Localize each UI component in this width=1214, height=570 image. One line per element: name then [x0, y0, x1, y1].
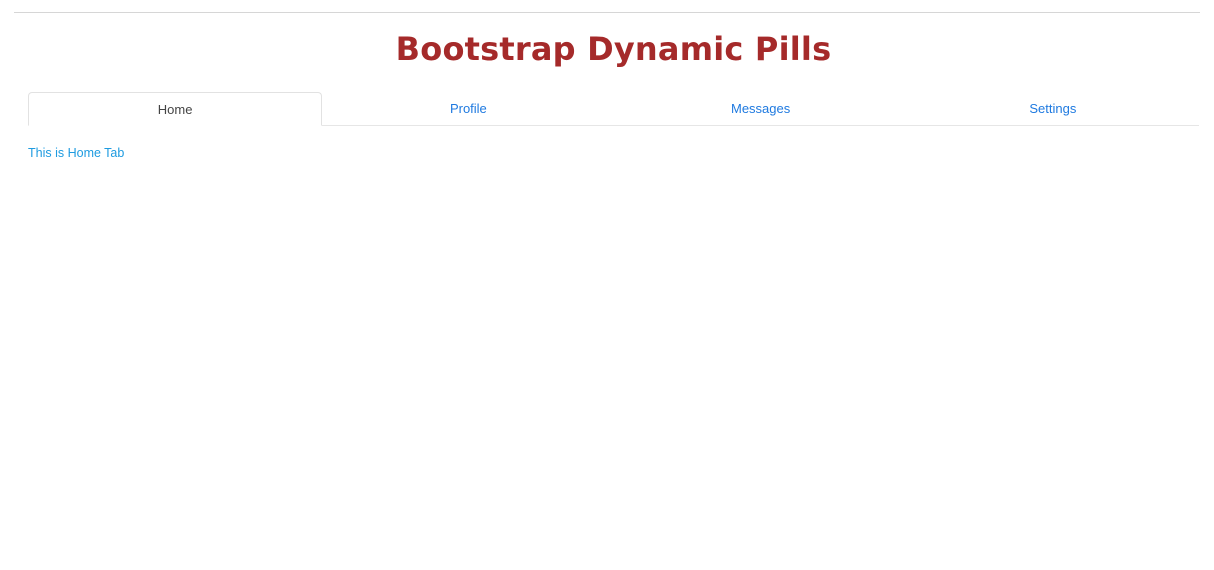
tab-bar: Home Profile Messages Settings	[28, 92, 1199, 126]
tab-home[interactable]: Home	[28, 92, 323, 126]
page-title: Bootstrap Dynamic Pills	[395, 30, 832, 68]
top-divider	[14, 12, 1200, 13]
tab-messages[interactable]: Messages	[615, 92, 907, 125]
tab-settings[interactable]: Settings	[907, 92, 1199, 125]
tab-profile[interactable]: Profile	[322, 92, 614, 125]
tab-panel-text: This is Home Tab	[28, 146, 125, 160]
